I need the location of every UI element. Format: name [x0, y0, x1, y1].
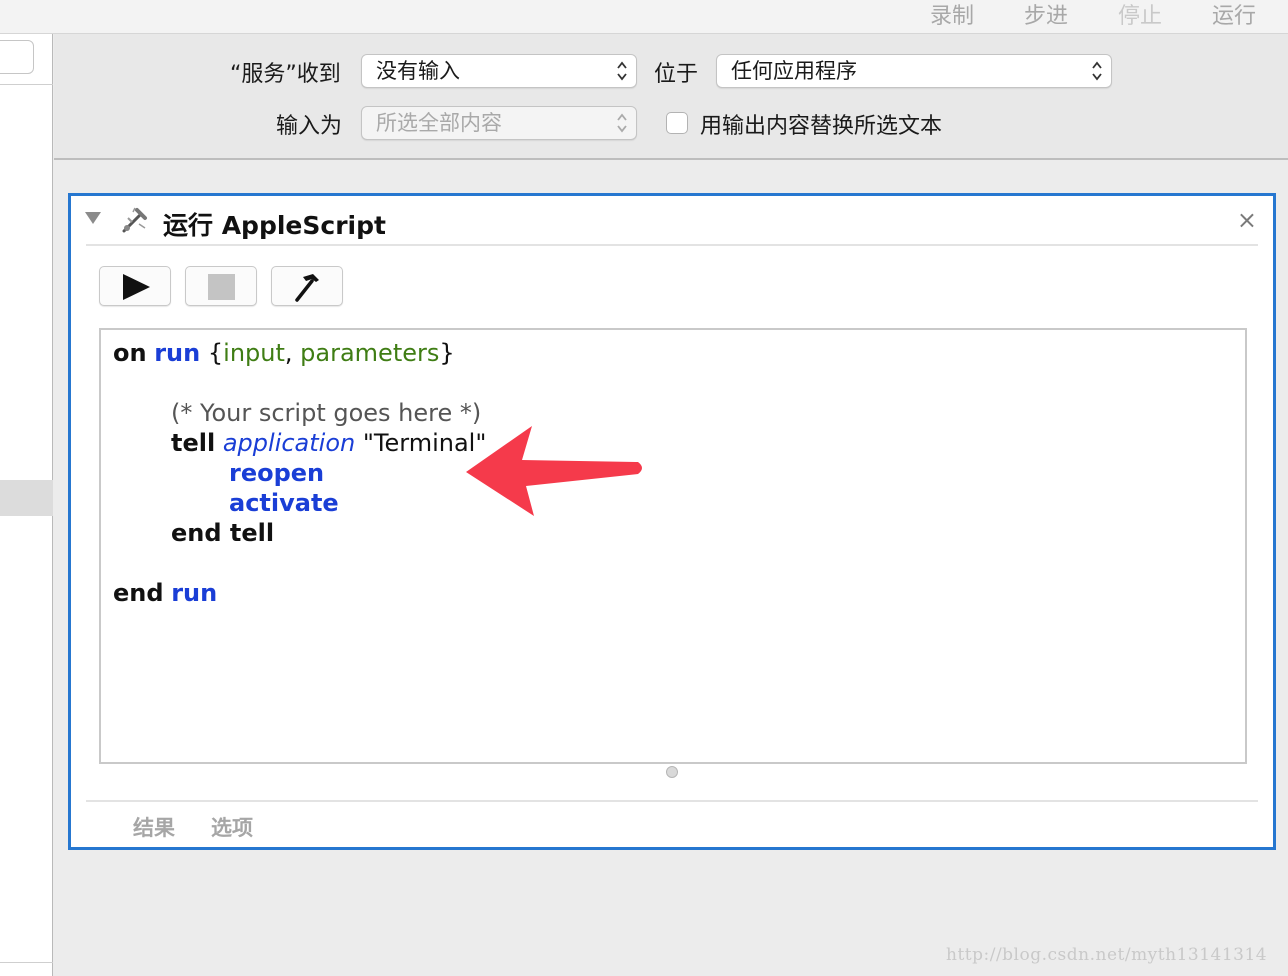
- code-line-on-run: on run {input, parameters}: [113, 338, 455, 368]
- input-is-select[interactable]: 所选全部内容: [361, 106, 637, 140]
- keyword-application: application: [222, 429, 356, 457]
- command-activate: activate: [229, 489, 339, 517]
- library-search-field[interactable]: [0, 40, 34, 74]
- run-button[interactable]: 运行: [1212, 0, 1256, 30]
- comma: ,: [284, 339, 301, 367]
- bottom-divider: [86, 800, 1258, 802]
- close-action-button[interactable]: ×: [1237, 206, 1257, 234]
- annotation-arrow-icon: [466, 426, 642, 516]
- input-is-label: 输入为: [276, 114, 343, 139]
- brace-open: {: [207, 339, 224, 367]
- service-config-panel: “服务”收到 没有输入 位于 任何应用程序 输入为 所选全部内容 用输出内容替换…: [54, 34, 1288, 160]
- select-arrows-icon: [617, 113, 627, 133]
- application-value: 任何应用程序: [731, 59, 857, 83]
- param-input: input: [223, 339, 285, 367]
- watermark-text: http://blog.csdn.net/myth13141314: [946, 945, 1268, 965]
- library-sidebar: [0, 34, 53, 976]
- select-arrows-icon: [1092, 61, 1102, 81]
- action-title: 运行 AppleScript: [163, 211, 386, 240]
- step-button[interactable]: 步进: [1024, 0, 1068, 30]
- disclosure-triangle-icon[interactable]: [85, 212, 101, 224]
- application-select[interactable]: 任何应用程序: [716, 54, 1112, 88]
- input-is-value: 所选全部内容: [376, 111, 502, 135]
- tab-results[interactable]: 结果: [133, 812, 175, 842]
- receives-label: “服务”收到: [230, 62, 341, 87]
- stop-script-button[interactable]: [185, 266, 257, 306]
- code-line-tell: tell application "Terminal": [171, 428, 486, 458]
- replace-selected-text-checkbox[interactable]: [666, 112, 688, 134]
- play-icon: [123, 274, 150, 300]
- keyword-tell: tell: [171, 429, 216, 457]
- keyword-run-end: run: [171, 579, 218, 607]
- code-end-tell: end tell: [171, 519, 275, 547]
- title-divider: [86, 244, 1258, 246]
- compile-script-button[interactable]: [271, 266, 343, 306]
- command-reopen: reopen: [229, 459, 325, 487]
- in-app-label: 位于: [654, 62, 699, 87]
- script-editor[interactable]: on run {input, parameters} (* Your scrip…: [99, 328, 1247, 764]
- code-comment: (* Your script goes here *): [171, 399, 482, 427]
- keyword-on: on: [113, 339, 147, 367]
- replace-selected-text-label: 用输出内容替换所选文本: [700, 114, 943, 139]
- script-editor-icon: [122, 207, 147, 233]
- brace-close: }: [439, 339, 455, 367]
- keyword-end: end: [113, 579, 164, 607]
- editor-resize-handle[interactable]: [666, 766, 678, 778]
- window-toolbar: 录制 步进 停止 运行: [0, 0, 1288, 34]
- sidebar-divider-bottom: [0, 962, 53, 963]
- stop-icon: [208, 274, 235, 300]
- code-line-end-run: end run: [113, 578, 217, 608]
- keyword-run: run: [154, 339, 201, 367]
- hammer-icon: [295, 274, 319, 302]
- receives-input-select[interactable]: 没有输入: [361, 54, 637, 88]
- run-applescript-action[interactable]: 运行 AppleScript × on run {input, paramete…: [68, 193, 1276, 850]
- run-script-button[interactable]: [99, 266, 171, 306]
- record-button[interactable]: 录制: [930, 0, 974, 30]
- sidebar-selected-item[interactable]: [0, 480, 53, 516]
- receives-input-value: 没有输入: [376, 59, 460, 83]
- tab-options[interactable]: 选项: [211, 812, 253, 842]
- select-arrows-icon: [617, 61, 627, 81]
- stop-button[interactable]: 停止: [1118, 0, 1162, 30]
- sidebar-divider: [0, 84, 53, 85]
- param-parameters: parameters: [300, 339, 440, 367]
